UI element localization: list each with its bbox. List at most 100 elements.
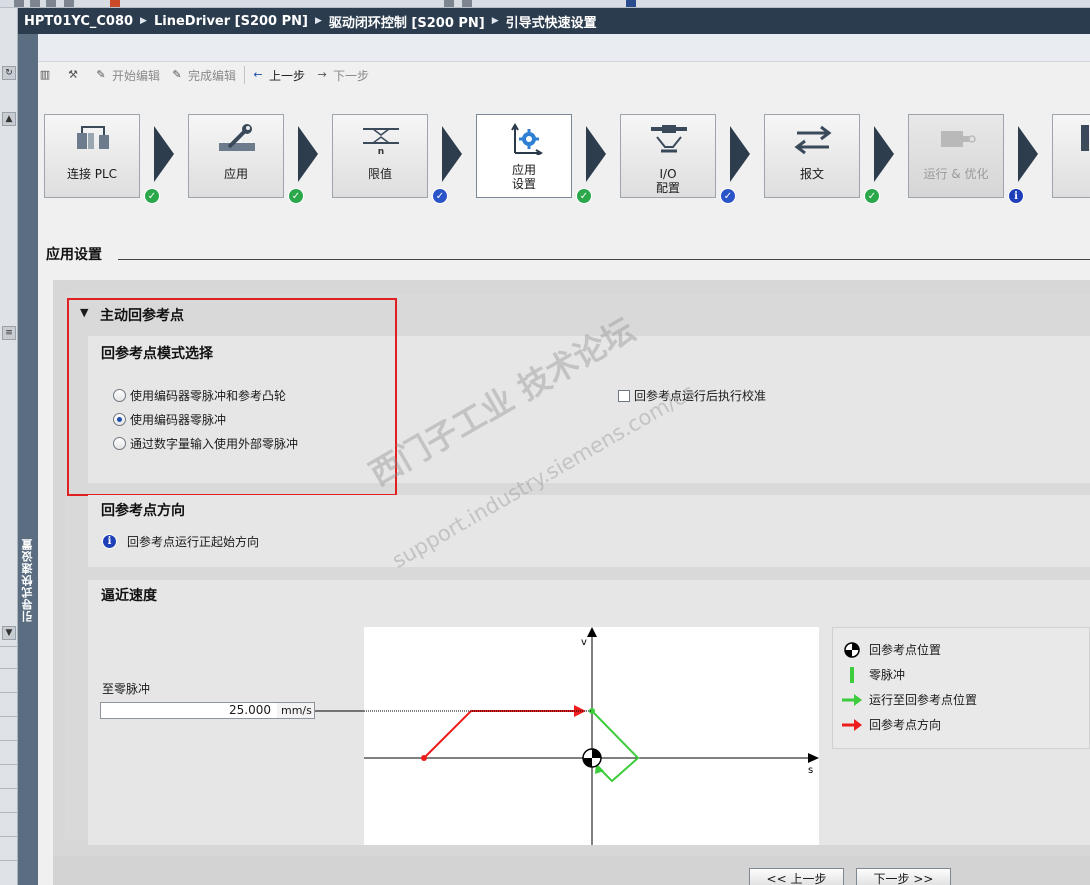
check-badge-icon: ✓	[576, 188, 592, 204]
wizard-step-run-optimize[interactable]: 运行 & 优化	[908, 114, 1004, 198]
s-axis-label: s	[808, 765, 813, 776]
motor-icon	[941, 131, 976, 147]
scroll-up-button[interactable]: ▲	[2, 112, 16, 126]
check-badge-icon: ✓	[288, 188, 304, 204]
step-label: 应用	[223, 167, 248, 181]
scroll-down-button[interactable]: ▼	[2, 626, 16, 640]
chevron-right-icon: ▶	[491, 16, 499, 26]
scroll-thumb[interactable]: ≡	[2, 326, 16, 340]
top-toolbar-strip	[0, 0, 1090, 8]
finish-edit-button[interactable]: ✎ 完成编辑	[170, 67, 236, 84]
prev-page-button[interactable]: << 上一步	[749, 868, 844, 885]
red-arrow-icon	[842, 718, 862, 731]
step-label: I/O 配置	[621, 167, 715, 195]
v-axis-label: v	[581, 637, 587, 648]
legend-label: 运行至回参考点位置	[869, 693, 978, 707]
plc-connection-icon	[77, 126, 109, 149]
diagram-legend: 回参考点位置 零脉冲 运行至回参考点位置 回参考点方向	[832, 627, 1090, 749]
header-band	[38, 34, 1090, 62]
legend-zero-pulse: 零脉冲	[841, 666, 905, 683]
wizard-step-limits[interactable]: n 限值	[332, 114, 428, 198]
step-label-line2: 配置	[655, 181, 680, 195]
breadcrumb-item: 引导式快速设置	[505, 15, 597, 31]
legend-reference-position: 回参考点位置	[841, 641, 941, 658]
homing-diagram-svg: v s	[364, 627, 819, 845]
checkbox-label: 回参考点运行后执行校准	[634, 389, 767, 403]
step-label-line1: I/O	[659, 167, 677, 181]
step-arrow-icon	[1018, 126, 1038, 182]
finish-edit-label: 完成编辑	[188, 68, 237, 83]
step-arrow-icon	[154, 126, 174, 182]
step-label: 报文	[799, 167, 824, 181]
wizard-step-telegram[interactable]: 报文	[764, 114, 860, 198]
s-axis-arrow-icon	[808, 753, 819, 763]
zero-pulse-icon	[850, 666, 854, 683]
side-tab-guided-setup[interactable]: 引导式快速设置	[18, 8, 38, 885]
section-divider	[118, 259, 1090, 260]
toolbar-divider	[244, 66, 246, 84]
approach-velocity-title: 逼近速度	[101, 588, 157, 604]
chevron-right-icon: ▶	[140, 16, 147, 26]
next-page-button[interactable]: 下一步 >>	[856, 868, 951, 885]
wizard-toolbar: ▥ ⚒ ✎ 开始编辑 ✎ 完成编辑 ← 上一步 → 下一步	[38, 62, 1090, 88]
zero-pulse-velocity-input[interactable]: 25.000	[100, 702, 278, 719]
step-arrow-icon	[298, 126, 318, 182]
calibrate-after-homing-checkbox[interactable]: 回参考点运行后执行校准	[618, 387, 766, 404]
svg-text:n: n	[378, 147, 384, 155]
axis-gear-icon	[511, 123, 543, 155]
breadcrumb-item[interactable]: 驱动闭环控制 [S200 PN]	[329, 12, 485, 31]
wizard-step-application[interactable]: 应用	[188, 114, 284, 198]
breadcrumb-item[interactable]: LineDriver [S200 PN]	[154, 14, 308, 29]
wizard-step-io-config[interactable]: I/O 配置	[620, 114, 716, 198]
chevron-right-icon: ▶	[314, 16, 322, 26]
limits-icon: n	[363, 128, 399, 155]
breadcrumb: HPT01YC_C080 ▶ LineDriver [S200 PN] ▶ 驱动…	[18, 8, 1090, 34]
wrench-ruler-icon	[219, 124, 255, 151]
homing-direction-title: 回参考点方向	[101, 503, 185, 519]
legend-label: 零脉冲	[869, 668, 906, 682]
value-leader-line	[315, 710, 365, 712]
prev-step-button[interactable]: ← 上一步	[251, 67, 305, 84]
legend-homing-direction: 回参考点方向	[841, 716, 941, 733]
homing-direction-path	[423, 710, 582, 759]
step-arrow-icon	[442, 126, 462, 182]
step-arrow-icon	[586, 126, 606, 182]
save-icon[interactable]: ▥	[38, 68, 56, 82]
check-badge-icon: ✓	[144, 188, 160, 204]
wizard-step-connect-plc[interactable]: 连接 PLC	[44, 114, 140, 198]
checkbox[interactable]	[618, 389, 630, 402]
start-edit-button[interactable]: ✎ 开始编辑	[94, 67, 160, 84]
section-title: 应用设置	[46, 247, 102, 263]
tools-icon[interactable]: ⚒	[66, 68, 84, 82]
breadcrumb-item[interactable]: HPT01YC_C080	[24, 14, 133, 29]
left-rail: ↻ ▲ ≡ ▼	[0, 8, 18, 885]
step-label-line2: 设置	[511, 177, 536, 191]
start-point	[421, 755, 427, 761]
wizard-steps: 连接 PLC ✓ 应用 ✓ n 限值 ✓ 应用 设置 ✓ I/O 配置 ✓ 报文…	[44, 114, 1090, 206]
zero-pulse-velocity-label: 至零脉冲	[102, 682, 151, 696]
configured-badge-icon: ✓	[432, 188, 448, 204]
next-step-button[interactable]: → 下一步	[315, 67, 369, 84]
homing-direction-group	[88, 495, 1090, 567]
highlight-box	[67, 298, 397, 496]
legend-run-to-reference: 运行至回参考点位置	[841, 691, 977, 708]
legend-label: 回参考点方向	[869, 718, 942, 732]
step-label: 连接 PLC	[66, 167, 118, 181]
wizard-step-next[interactable]	[1052, 114, 1090, 198]
v-axis-arrow-icon	[587, 627, 597, 637]
side-tab-label: 引导式快速设置	[21, 538, 34, 622]
homing-direction-info: i 回参考点运行正起始方向	[102, 533, 259, 550]
wizard-step-application-settings[interactable]: 应用 设置	[476, 114, 572, 198]
info-badge-icon: i	[1008, 188, 1024, 204]
telegram-arrows-icon	[794, 125, 832, 155]
velocity-unit: mm/s	[277, 702, 315, 719]
green-arrow-icon	[842, 693, 862, 706]
check-badge-icon: ✓	[864, 188, 880, 204]
pencil-check-icon: ✎	[172, 68, 182, 81]
info-icon: i	[102, 534, 117, 549]
prev-step-label: 上一步	[269, 68, 306, 83]
refresh-icon[interactable]: ↻	[2, 66, 16, 80]
velocity-dotted-line	[364, 710, 592, 712]
arrow-right-icon: →	[317, 68, 327, 81]
arrow-left-icon: ←	[253, 68, 263, 81]
